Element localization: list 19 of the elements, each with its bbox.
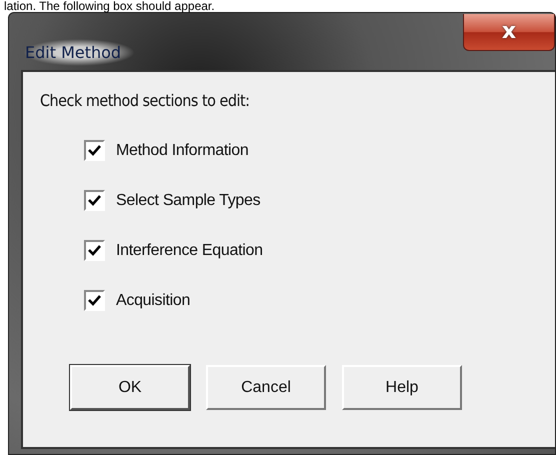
checkbox[interactable] <box>84 140 105 161</box>
check-icon <box>87 293 102 308</box>
instruction-text: Check method sections to edit: <box>40 91 250 110</box>
dialog-button[interactable]: OK <box>70 365 190 410</box>
checkbox-label[interactable]: Acquisition <box>116 292 190 310</box>
checkbox-label[interactable]: Interference Equation <box>116 242 263 260</box>
check-icon <box>87 143 102 158</box>
checkbox-label[interactable]: Select Sample Types <box>116 192 260 210</box>
dialog-button[interactable]: Cancel <box>206 365 326 410</box>
checkbox-label[interactable]: Method Information <box>116 142 248 160</box>
checkbox[interactable] <box>84 190 105 211</box>
checkbox[interactable] <box>84 290 105 311</box>
close-button[interactable]: x <box>463 14 555 51</box>
window-title: Edit Method <box>23 39 136 66</box>
document-text: lation. The following box should appear. <box>4 0 216 12</box>
check-icon <box>87 193 102 208</box>
checkbox[interactable] <box>84 240 105 261</box>
dialog-button[interactable]: Help <box>342 365 462 410</box>
check-icon <box>87 243 102 258</box>
